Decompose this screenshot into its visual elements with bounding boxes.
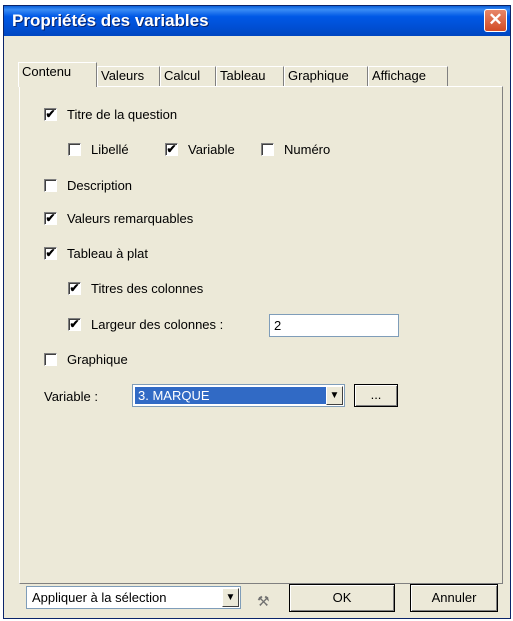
apply-select-value: Appliquer à la sélection: [32, 590, 167, 605]
checkbox-label: Variable: [188, 142, 235, 157]
ok-button[interactable]: OK: [289, 584, 395, 612]
browse-button[interactable]: ...: [354, 384, 398, 407]
checkbox-label: Titre de la question: [67, 107, 178, 122]
checkbox-titres-colonnes[interactable]: Titres des colonnes: [68, 281, 203, 296]
largeur-colonnes-input[interactable]: 2: [269, 314, 399, 337]
tab-contenu[interactable]: Contenu: [18, 62, 97, 87]
checkbox-label: Titres des colonnes: [91, 281, 204, 296]
apply-select[interactable]: Appliquer à la sélection ▼: [26, 586, 241, 609]
checkbox-titres-colonnes-box[interactable]: [68, 282, 81, 295]
variable-label: Variable :: [44, 389, 98, 404]
checkbox-valeurs-remarquables-box[interactable]: [44, 212, 57, 225]
tab-valeurs[interactable]: Valeurs: [97, 66, 160, 86]
checkbox-titre-question[interactable]: Titre de la question: [44, 107, 177, 122]
variable-select[interactable]: 3. MARQUE ▼: [132, 384, 345, 407]
checkbox-label: Numéro: [284, 142, 331, 157]
chevron-down-icon[interactable]: ▼: [326, 386, 343, 405]
checkbox-libelle[interactable]: Libellé: [68, 142, 129, 157]
checkbox-description[interactable]: Description: [44, 178, 132, 193]
checkbox-label: Tableau à plat: [67, 246, 148, 261]
title-bar[interactable]: Propriétés des variables ✕: [4, 6, 510, 36]
window-title: Propriétés des variables: [12, 11, 209, 30]
tools-icon[interactable]: ⚒: [257, 593, 270, 610]
tab-panel-contenu: [19, 86, 503, 584]
checkbox-numero[interactable]: Numéro: [261, 142, 330, 157]
checkbox-label: Description: [67, 178, 133, 193]
checkbox-label: Largeur des colonnes :: [91, 317, 224, 332]
checkbox-variable[interactable]: Variable: [165, 142, 235, 157]
checkbox-tableau-plat-box[interactable]: [44, 247, 57, 260]
checkbox-description-box[interactable]: [44, 179, 57, 192]
tab-calcul[interactable]: Calcul: [160, 66, 216, 86]
checkbox-largeur-colonnes[interactable]: Largeur des colonnes :: [68, 317, 223, 332]
checkbox-tableau-plat[interactable]: Tableau à plat: [44, 246, 148, 261]
checkbox-numero-box[interactable]: [261, 143, 274, 156]
checkbox-largeur-colonnes-box[interactable]: [68, 318, 81, 331]
checkbox-graphique-box[interactable]: [44, 353, 57, 366]
tab-graphique[interactable]: Graphique: [284, 66, 368, 86]
close-icon[interactable]: ✕: [484, 9, 507, 32]
tab-affichage[interactable]: Affichage: [368, 66, 448, 86]
checkbox-titre-question-box[interactable]: [44, 108, 57, 121]
checkbox-label: Libellé: [91, 142, 129, 157]
tab-tableau[interactable]: Tableau: [216, 66, 284, 86]
checkbox-label: Graphique: [67, 352, 128, 367]
checkbox-label: Valeurs remarquables: [67, 211, 194, 226]
checkbox-libelle-box[interactable]: [68, 143, 81, 156]
chevron-down-icon[interactable]: ▼: [222, 588, 239, 607]
checkbox-graphique[interactable]: Graphique: [44, 352, 128, 367]
cancel-button[interactable]: Annuler: [410, 584, 498, 612]
checkbox-variable-box[interactable]: [165, 143, 178, 156]
variable-select-value: 3. MARQUE: [135, 387, 328, 404]
dialog-window: Propriétés des variables ✕ Contenu Valeu…: [3, 5, 511, 619]
checkbox-valeurs-remarquables[interactable]: Valeurs remarquables: [44, 211, 193, 226]
